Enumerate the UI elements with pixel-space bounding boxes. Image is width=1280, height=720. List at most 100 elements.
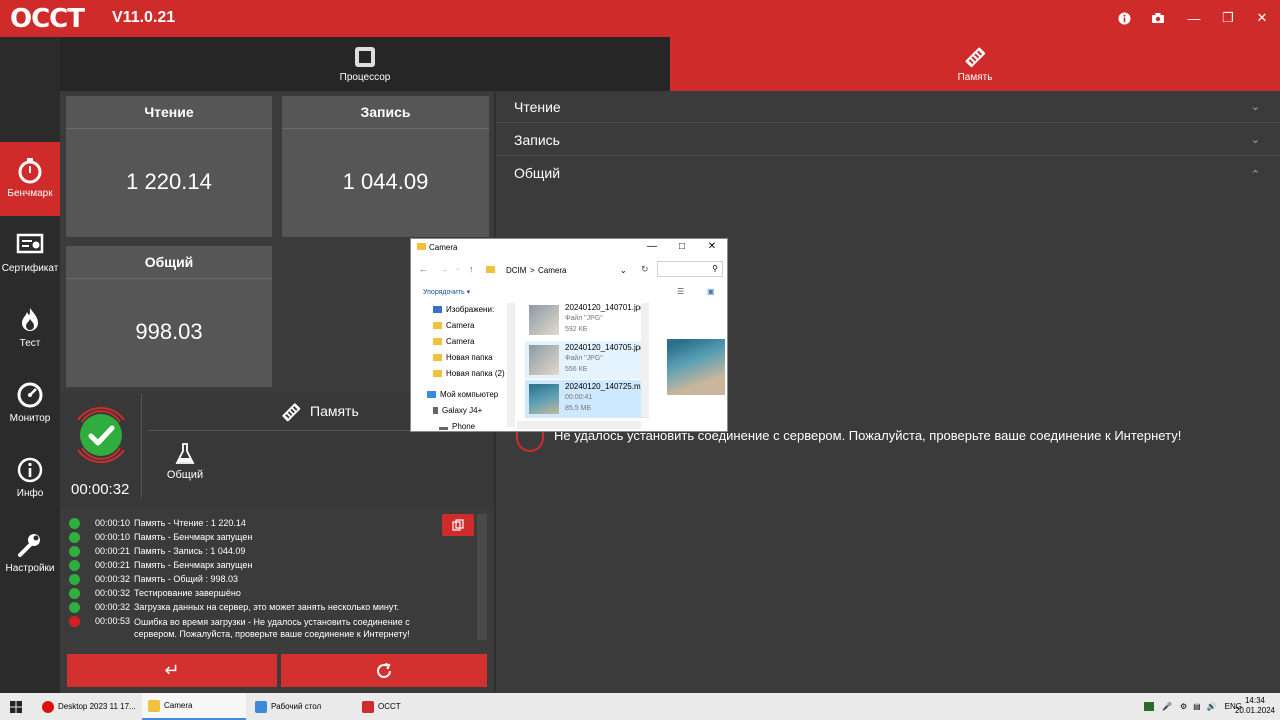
file-item[interactable]: 20240120_140725.mp4 00:00:41 85,5 МБ [525,380,649,418]
nvidia-icon[interactable] [1144,702,1154,711]
search-input[interactable]: ⚲ [657,261,723,277]
path-field[interactable]: DCIM > Camera ⌄ [483,261,631,277]
general-test-button[interactable]: Общий [166,442,204,481]
file-item[interactable]: 20240120_140701.jpg Файл "JPG" 592 КБ [525,301,649,339]
tray-app-icon[interactable]: ⚙ [1180,702,1187,711]
up-arrow-icon[interactable]: ↑ [469,264,474,274]
left-navigation: Бенчмарк Сертификат Тест Монитор Инфо На… [0,37,60,693]
minimize-button[interactable]: — [1184,8,1204,28]
tree-item[interactable]: Galaxy J4+ [433,406,482,415]
nav-label: Бенчмарк [7,188,53,199]
close-button[interactable]: ✕ [1252,8,1272,28]
taskbar-item-desktop[interactable]: Рабочий стол [249,693,353,720]
tree-item[interactable]: Camera [433,321,474,330]
path-segment[interactable]: Camera [538,266,566,275]
taskbar-item-occt[interactable]: OCCT [356,693,436,720]
nav-test[interactable]: Тест [0,292,60,366]
navigation-tree: Изображени: Camera Camera Новая папка Но… [411,301,515,431]
tree-item[interactable]: Мой компьютер [427,390,498,399]
log-time: 00:00:10 [94,518,130,528]
desktop-folder-icon [255,700,267,713]
accordion-label: Общий [514,165,561,181]
success-dot-icon [69,574,80,585]
volume-icon[interactable]: 🔊 [1207,702,1217,711]
taskbar-label: Camera [164,701,193,710]
tree-item[interactable]: Phone [439,422,475,431]
accordion-general[interactable]: Общий ⌃ [496,157,1280,189]
forward-arrow-icon[interactable]: → [439,264,448,274]
preview-pane-icon[interactable]: ▣ [707,287,715,296]
clock[interactable]: 14:34 20.01.2024 [1234,696,1276,716]
tab-label: Процессор [339,72,391,83]
tree-item[interactable]: Новая папка (2) [433,369,505,378]
folder-icon [148,699,160,712]
taskbar-item-opera[interactable]: Desktop 2023 11 17... [36,693,140,720]
log-message: Ошибка во время загрузки - Не удалось ус… [134,617,410,639]
result-read: Чтение 1 220.14 [66,96,272,237]
nav-info[interactable]: Инфо [0,442,60,516]
restore-button[interactable]: ❐ [1218,8,1238,28]
horizontal-scrollbar[interactable] [517,421,641,429]
path-separator: > [530,266,535,275]
folder-icon [486,266,495,273]
info-icon[interactable] [1114,8,1134,28]
network-icon[interactable]: ▤ [1193,702,1201,711]
log-message: Тестирование завершёно [134,588,241,598]
log-row: 00:00:10 Память - Бенчмарк запущен [60,531,460,545]
restart-button[interactable] [281,654,487,687]
log-time: 00:00:32 [94,574,130,584]
back-arrow-icon[interactable]: ← [419,264,428,274]
file-type: Файл "JPG" [565,315,603,322]
nav-monitor[interactable]: Монитор [0,367,60,441]
nav-settings[interactable]: Настройки [0,517,60,591]
explorer-command-bar: Упорядочить ▾ ☰ ▣ [411,283,727,301]
microphone-icon[interactable]: 🎤 [1162,702,1172,711]
camera-icon[interactable] [1148,8,1168,28]
explorer-maximize-button[interactable]: □ [675,241,689,252]
tree-item[interactable]: Camera [433,337,474,346]
file-name: 20240120_140705.jpg [565,343,645,352]
file-list-scrollbar[interactable] [641,303,649,417]
log-time: 00:00:21 [94,560,130,570]
error-dot-icon [69,616,80,627]
refresh-icon[interactable]: ↻ [641,264,649,275]
clock-date: 20.01.2024 [1234,706,1276,715]
accordion-read[interactable]: Чтение ⌄ [496,91,1280,123]
logo-text: OCCT [10,4,85,34]
tree-item[interactable]: Изображени: [433,305,494,314]
log-message: Загрузка данных на сервер, это может зан… [134,602,400,612]
log-scrollbar[interactable] [477,514,487,640]
nav-certificate[interactable]: Сертификат [0,217,60,291]
taskbar-item-camera[interactable]: Camera [142,693,246,720]
video-thumbnail [529,384,559,414]
tree-item[interactable]: Новая папка [433,353,493,362]
log-message: Память - Чтение : 1 220.14 [134,518,246,528]
start-button[interactable] [4,693,32,720]
copy-log-button[interactable] [442,514,474,536]
explorer-close-button[interactable]: ✕ [705,241,719,252]
tree-scrollbar[interactable] [507,303,515,427]
memory-icon [965,47,986,68]
chevron-up-icon: ⌃ [1250,169,1260,181]
history-chevron-icon[interactable]: ⌄ [455,264,461,272]
log-message: Память - Общий : 998.03 [134,574,238,584]
accordion-write[interactable]: Запись ⌄ [496,124,1280,156]
general-label: Общий [166,469,204,481]
log-message: Память - Запись : 1 044.09 [134,546,246,556]
log-time: 00:00:21 [94,546,130,556]
tab-cpu[interactable]: Процессор [60,37,670,91]
path-segment[interactable]: DCIM [506,266,526,275]
explorer-minimize-button[interactable]: — [645,241,659,252]
status-divider [141,394,142,498]
result-value: 1 044.09 [342,169,429,194]
tab-memory[interactable]: Память [670,37,1280,91]
view-options-icon[interactable]: ☰ [677,287,684,296]
file-item[interactable]: 20240120_140705.jpg Файл "JPG" 556 КБ [525,341,649,379]
chevron-down-icon[interactable]: ⌄ [620,266,627,275]
organize-menu[interactable]: Упорядочить ▾ [423,288,470,296]
back-button[interactable]: ↵ [67,654,277,687]
log-row: 00:00:21 Память - Запись : 1 044.09 [60,545,460,559]
taskbar-label: Desktop 2023 11 17... [58,702,136,711]
nav-benchmark[interactable]: Бенчмарк [0,142,60,216]
taskbar-label: OCCT [378,702,401,711]
